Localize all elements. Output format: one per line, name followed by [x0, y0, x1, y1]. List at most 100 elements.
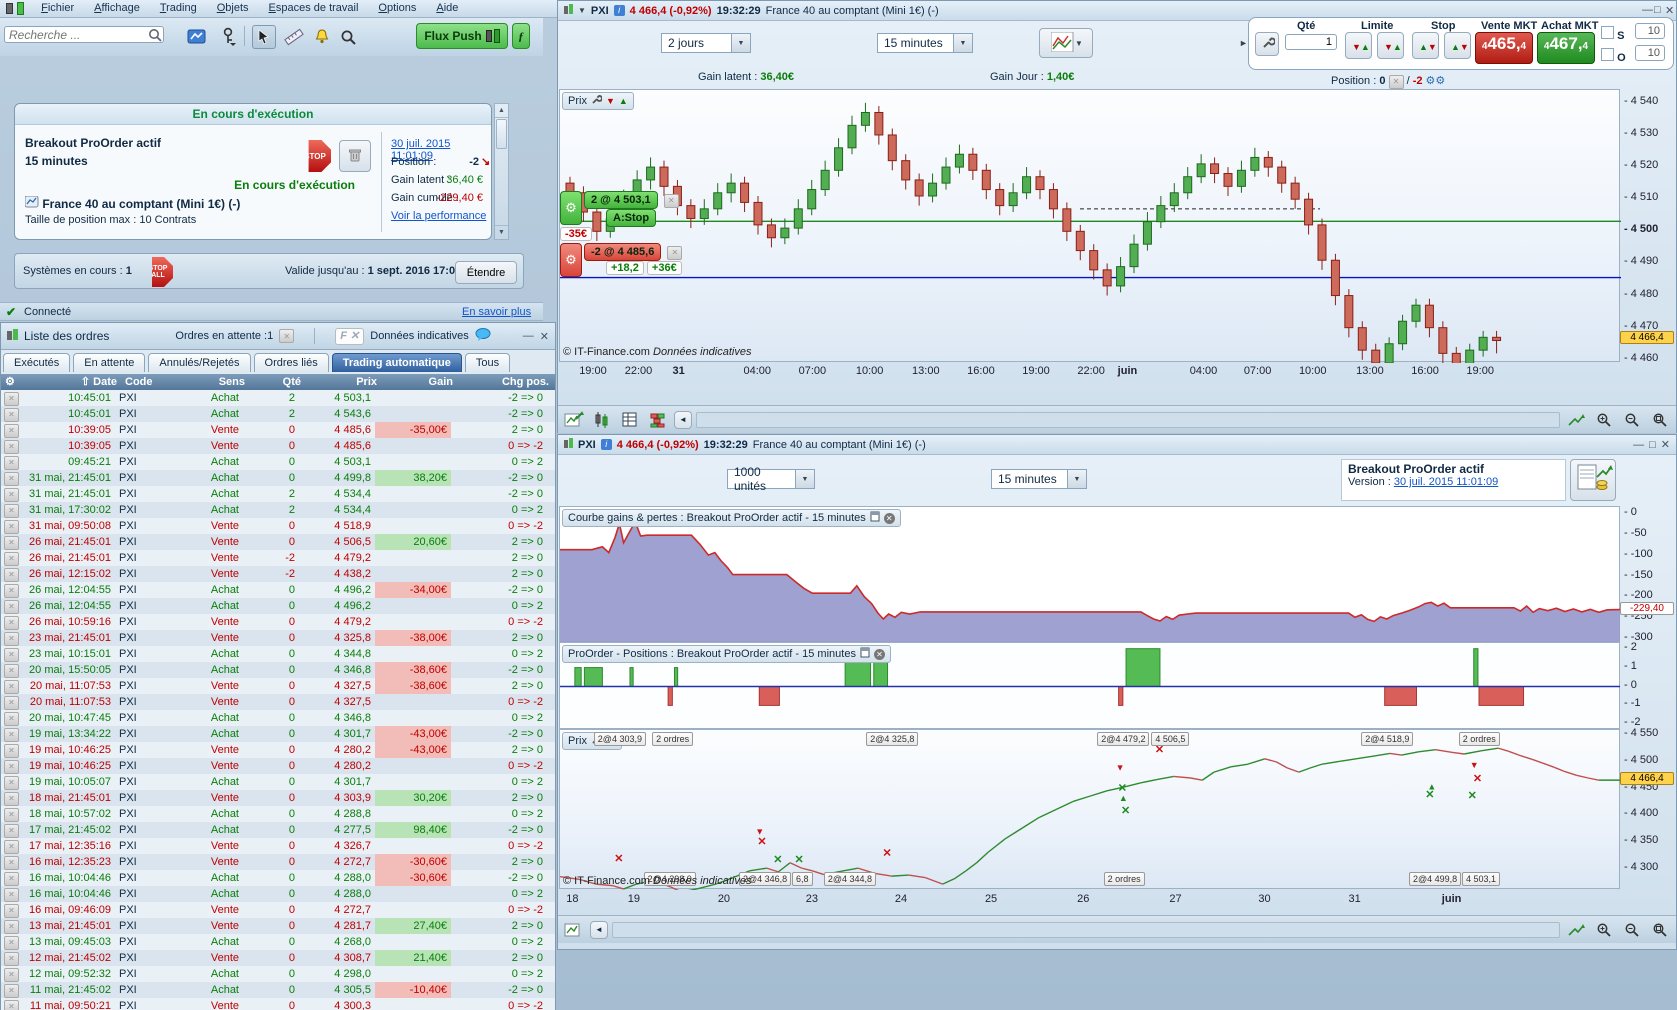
chevron-down-icon[interactable]: ▼: [578, 6, 586, 15]
order-tag[interactable]: 2@4 479,2: [1097, 732, 1149, 746]
table-row[interactable]: ✕17 mai, 21:45:02PXIAchat04 277,598,40€-…: [1, 822, 555, 838]
cancel-order-icon[interactable]: ✕: [4, 856, 19, 870]
order-tag[interactable]: 2@4 518,9: [1361, 732, 1413, 746]
cancel-order-icon[interactable]: ✕: [4, 552, 19, 566]
chart-type-button[interactable]: ▼: [1039, 28, 1093, 58]
compare-candles-icon[interactable]: [590, 408, 614, 432]
cancel-order-icon[interactable]: ✕: [4, 392, 19, 406]
chat-balloon-icon[interactable]: [475, 328, 491, 344]
tab-ex-cut-s[interactable]: Exécutés: [3, 353, 70, 372]
table-row[interactable]: ✕13 mai, 09:45:03PXIAchat04 268,00 => 2: [1, 934, 555, 950]
short-position-badge[interactable]: ⚙ -2 @ 4 485,6 ✕ +18,2 +36€: [560, 243, 682, 277]
table-row[interactable]: ✕16 mai, 09:46:09PXIVente04 272,70 => -2: [1, 902, 555, 918]
restore-icon[interactable]: □: [1649, 439, 1656, 451]
cancel-order-icon[interactable]: ✕: [4, 472, 19, 486]
scroll-up-icon[interactable]: ▲: [495, 104, 508, 118]
column-header-code[interactable]: Code: [121, 374, 191, 390]
cancel-order-icon[interactable]: ✕: [4, 488, 19, 502]
chart-h-scrollbar[interactable]: [696, 412, 1560, 428]
table-row[interactable]: ✕18 mai, 10:57:02PXIAchat04 288,80 => 2: [1, 806, 555, 822]
column-header-sens[interactable]: Sens: [191, 374, 249, 390]
dropdown-arrow-icon[interactable]: ▼: [795, 470, 814, 488]
cancel-order-icon[interactable]: ✕: [4, 664, 19, 678]
order-tag[interactable]: 4 506,5: [1151, 732, 1189, 746]
table-row[interactable]: ✕19 mai, 10:05:07PXIAchat04 301,70 => 2: [1, 774, 555, 790]
menu-item-espaces-de-travail[interactable]: Espaces de travail: [259, 0, 369, 16]
cancel-order-icon[interactable]: ✕: [4, 696, 19, 710]
table-row[interactable]: ✕16 mai, 10:04:46PXIAchat04 288,00 => 2: [1, 886, 555, 902]
zoom-out-icon[interactable]: [1620, 918, 1644, 942]
cancel-order-icon[interactable]: ✕: [4, 648, 19, 662]
table-row[interactable]: ✕20 mai, 11:07:53PXIVente04 327,5-38,60€…: [1, 678, 555, 694]
cancel-order-icon[interactable]: ✕: [4, 760, 19, 774]
cancel-order-icon[interactable]: ✕: [4, 568, 19, 582]
price-plot[interactable]: ✕✕▼✕✕✕✕▼✕✕▲✕✕▲▼✕✕: [559, 729, 1620, 889]
table-row[interactable]: ✕23 mai, 10:15:01PXIAchat04 344,80 => 2: [1, 646, 555, 662]
sell-stop-icon[interactable]: ▲▼: [1444, 32, 1471, 59]
order-tag[interactable]: 4 503,1: [1462, 872, 1500, 886]
table-row[interactable]: ✕31 mai, 17:30:02PXIAchat24 534,40 => 2: [1, 502, 555, 518]
cancel-order-icon[interactable]: ✕: [4, 504, 19, 518]
close-pane-icon[interactable]: ✕: [884, 513, 895, 524]
dropdown-arrow-icon[interactable]: ▼: [953, 34, 972, 52]
dropdown-arrow-icon[interactable]: ▼: [1067, 470, 1086, 488]
cancel-order-icon[interactable]: ✕: [4, 632, 19, 646]
alert-bell-icon[interactable]: [310, 25, 334, 49]
objective-checkbox[interactable]: O: [1601, 48, 1626, 64]
performance-link[interactable]: Voir la performance: [391, 210, 486, 222]
buy-arrow-icon[interactable]: ▲: [619, 96, 628, 106]
running-panel-scrollbar[interactable]: ▲ ▼: [494, 103, 509, 240]
scroll-left-icon[interactable]: ◄: [674, 411, 692, 429]
column-header-qt-[interactable]: Qté: [249, 374, 305, 390]
objective-distance-input[interactable]: [1635, 45, 1665, 61]
scroll-down-icon[interactable]: ▼: [495, 225, 508, 239]
search-icon[interactable]: [148, 28, 163, 46]
price-pane-chip[interactable]: Prix ▼ ▲: [562, 92, 634, 110]
table-row[interactable]: ✕16 mai, 10:04:46PXIAchat04 288,0-30,60€…: [1, 870, 555, 886]
table-row[interactable]: ✕19 mai, 10:46:25PXIVente04 280,20 => -2: [1, 758, 555, 774]
info-icon[interactable]: i: [601, 439, 612, 450]
order-tag[interactable]: 2@4 325,8: [866, 732, 918, 746]
order-tag[interactable]: 2 ordres: [1459, 732, 1500, 746]
zoom-reset-icon[interactable]: [1648, 408, 1672, 432]
menu-item-affichage[interactable]: Affichage: [84, 0, 150, 16]
cancel-order-icon[interactable]: ✕: [4, 968, 19, 982]
search-input[interactable]: [4, 26, 164, 43]
order-tag[interactable]: 6,8: [792, 872, 813, 886]
table-row[interactable]: ✕26 mai, 21:45:01PXIVente-24 479,22 => 0: [1, 550, 555, 566]
cancel-order-icon[interactable]: ✕: [4, 904, 19, 918]
table-row[interactable]: ✕20 mai, 10:47:45PXIAchat04 346,80 => 2: [1, 710, 555, 726]
cancel-order-icon[interactable]: ✕: [4, 424, 19, 438]
dropdown-arrow-icon[interactable]: ▼: [731, 34, 750, 52]
order-settings-wrench-icon[interactable]: [1255, 32, 1279, 56]
table-row[interactable]: ✕26 mai, 12:04:55PXIAchat04 496,2-34,00€…: [1, 582, 555, 598]
column-header-prix[interactable]: Prix: [305, 374, 381, 390]
zoom-out-icon[interactable]: [1620, 408, 1644, 432]
buy-market-button[interactable]: 4467,4: [1537, 32, 1595, 64]
badge-close-icon[interactable]: ✕: [667, 246, 682, 260]
orders-close-icon[interactable]: ✕: [540, 330, 549, 343]
stop-system-button[interactable]: STOP: [299, 140, 331, 172]
info-icon[interactable]: i: [614, 5, 625, 16]
table-row[interactable]: ✕11 mai, 21:45:02PXIAchat04 305,5-10,40€…: [1, 982, 555, 998]
zoom-reset-icon[interactable]: [1648, 918, 1672, 942]
cancel-order-icon[interactable]: ✕: [4, 520, 19, 534]
cancel-order-icon[interactable]: ✕: [4, 744, 19, 758]
cancel-order-icon[interactable]: ✕: [4, 440, 19, 454]
cancel-order-icon[interactable]: ✕: [4, 808, 19, 822]
gains-pane-title[interactable]: Courbe gains & pertes : Breakout ProOrde…: [562, 509, 901, 527]
cancel-order-icon[interactable]: ✕: [4, 984, 19, 998]
table-row[interactable]: ✕31 mai, 21:45:01PXIAchat24 534,4-2 => 0: [1, 486, 555, 502]
tab-tous[interactable]: Tous: [465, 353, 510, 372]
table-row[interactable]: ✕23 mai, 21:45:01PXIVente04 325,8-38,00€…: [1, 630, 555, 646]
table-row[interactable]: ✕19 mai, 10:46:25PXIVente04 280,2-43,00€…: [1, 742, 555, 758]
orders-minimize-icon[interactable]: —: [523, 330, 534, 342]
wrench-icon[interactable]: ⚙: [1, 374, 25, 390]
sell-limit-icon[interactable]: ▼▲: [1377, 32, 1404, 59]
buy-stop-icon[interactable]: ▲▼: [1412, 32, 1439, 59]
table-row[interactable]: ✕31 mai, 21:45:01PXIAchat04 499,838,20€-…: [1, 470, 555, 486]
pending-close-icon[interactable]: ✕: [279, 329, 294, 343]
table-row[interactable]: ✕12 mai, 09:52:32PXIAchat04 298,00 => 2: [1, 966, 555, 982]
extend-button[interactable]: Étendre: [455, 261, 517, 284]
table-row[interactable]: ✕12 mai, 21:45:02PXIVente04 308,721,40€2…: [1, 950, 555, 966]
